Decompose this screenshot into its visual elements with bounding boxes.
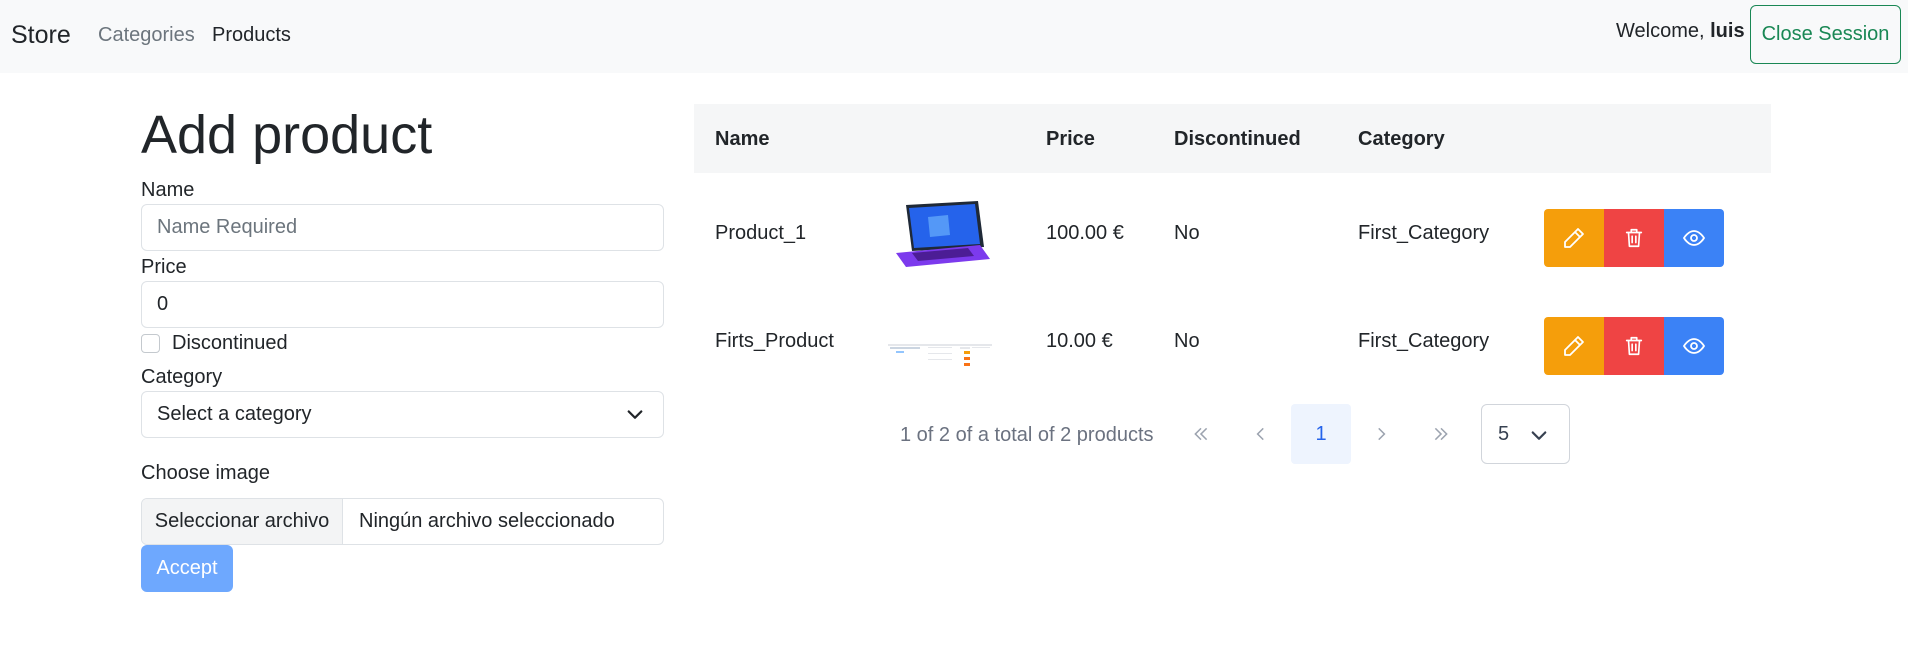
chevron-down-icon — [1531, 431, 1547, 440]
choose-file-button[interactable]: Seleccionar archivo — [142, 499, 343, 544]
rows-per-page-value: 5 — [1498, 422, 1510, 445]
trash-icon — [1625, 228, 1643, 248]
nav-link-products[interactable]: Products — [212, 24, 291, 47]
screenshot-thumbnail — [888, 344, 992, 366]
product-category: First_Category — [1358, 329, 1490, 352]
product-name: Product_1 — [715, 221, 807, 244]
discontinued-checkbox[interactable] — [141, 334, 160, 353]
category-label: Category — [141, 366, 223, 388]
image-file-input[interactable]: Seleccionar archivo Ningún archivo selec… — [141, 498, 664, 545]
chevron-left-icon — [1256, 427, 1264, 441]
delete-button[interactable] — [1604, 317, 1664, 375]
nav-link-categories[interactable]: Categories — [98, 24, 195, 47]
close-session-button[interactable]: Close Session — [1750, 5, 1901, 64]
column-header-category: Category — [1358, 128, 1445, 150]
eye-icon — [1682, 338, 1706, 354]
edit-button[interactable] — [1544, 209, 1604, 267]
chevron-right-icon — [1378, 427, 1386, 441]
file-status: Ningún archivo seleccionado — [359, 510, 615, 532]
rows-per-page-select[interactable]: 5 — [1481, 404, 1570, 464]
product-discontinued: No — [1174, 221, 1200, 244]
double-chevron-left-icon — [1194, 427, 1208, 441]
column-header-price: Price — [1046, 128, 1095, 150]
view-button[interactable] — [1664, 317, 1724, 375]
price-input[interactable]: 0 — [141, 281, 664, 328]
view-button[interactable] — [1664, 209, 1724, 267]
product-category: First_Category — [1358, 221, 1490, 244]
accept-button[interactable]: Accept — [141, 545, 233, 592]
image-label: Choose image — [141, 462, 270, 484]
product-name: Firts_Product — [715, 329, 834, 352]
pencil-icon — [1564, 336, 1584, 356]
page-title: Add product — [141, 105, 433, 165]
trash-icon — [1625, 336, 1643, 356]
table-header: Name Price Discontinued Category — [694, 104, 1771, 173]
navbar: Store Categories Products Welcome, luis … — [0, 0, 1908, 73]
product-price: 10.00 € — [1046, 329, 1113, 352]
last-page-button[interactable] — [1411, 404, 1471, 464]
next-page-button[interactable] — [1351, 404, 1411, 464]
welcome-prefix: Welcome, — [1616, 20, 1705, 42]
brand-link[interactable]: Store — [11, 21, 71, 50]
welcome-text: Welcome, luis — [1616, 20, 1745, 43]
pagination-info: 1 of 2 of a total of 2 products — [900, 424, 1154, 446]
double-chevron-right-icon — [1434, 427, 1448, 441]
name-input[interactable]: Name Required — [141, 204, 664, 251]
discontinued-label[interactable]: Discontinued — [172, 332, 288, 355]
delete-button[interactable] — [1604, 209, 1664, 267]
category-select[interactable]: Select a category — [141, 391, 664, 438]
username: luis — [1710, 20, 1745, 42]
pencil-icon — [1564, 228, 1584, 248]
name-label: Name — [141, 179, 195, 201]
previous-page-button[interactable] — [1231, 404, 1291, 464]
price-label: Price — [141, 256, 187, 278]
eye-icon — [1682, 230, 1706, 246]
table-row: Product_1 100.00 € No First_Category — [694, 179, 1771, 287]
page-1-button[interactable]: 1 — [1291, 404, 1351, 464]
edit-button[interactable] — [1544, 317, 1604, 375]
product-price: 100.00 € — [1046, 221, 1124, 244]
table-row: Firts_Product 10.00 € No First_Category — [694, 287, 1771, 395]
first-page-button[interactable] — [1171, 404, 1231, 464]
chevron-down-icon — [627, 410, 643, 419]
column-header-name: Name — [715, 128, 770, 150]
product-discontinued: No — [1174, 329, 1200, 352]
laptop-thumbnail — [896, 201, 990, 267]
category-select-value: Select a category — [157, 403, 312, 425]
column-header-discontinued: Discontinued — [1174, 128, 1301, 150]
